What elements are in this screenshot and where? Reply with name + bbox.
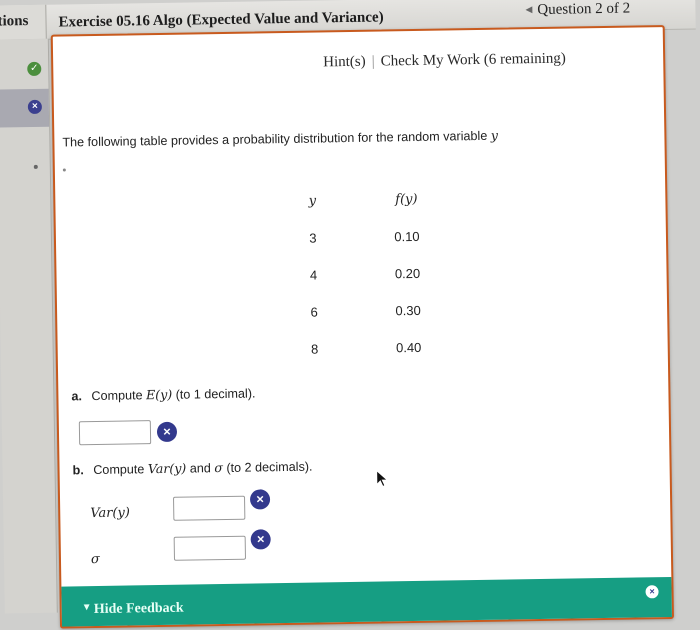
- prev-question-icon[interactable]: ◀: [525, 4, 532, 14]
- questions-tab-label: tions: [0, 13, 29, 30]
- incorrect-icon: ×: [27, 99, 42, 115]
- hints-link[interactable]: Hint(s): [323, 54, 366, 71]
- part-a-precision: (to 1 decimal).: [175, 386, 256, 402]
- toolbar-separator: |: [371, 53, 375, 70]
- random-variable: y: [490, 127, 499, 143]
- expected-value-input[interactable]: [78, 420, 152, 446]
- sidebar-item-question-2[interactable]: ×: [0, 88, 50, 128]
- question-sidebar: ✓ ×: [0, 38, 58, 614]
- variance-expr: Var(y): [147, 460, 187, 477]
- std-deviation-input[interactable]: [173, 535, 247, 561]
- sigma-label: σ: [90, 551, 100, 568]
- problem-intro-text: The following table provides a probabili…: [62, 128, 488, 150]
- questions-tab[interactable]: tions: [0, 4, 47, 40]
- table-cell-fy: 0.40: [395, 339, 422, 356]
- table-cell-y: 3: [309, 230, 317, 246]
- part-b-letter: b.: [72, 463, 84, 478]
- table-cell-fy: 0.10: [394, 228, 420, 245]
- column-header-y: y: [308, 193, 317, 209]
- part-a-letter: a.: [71, 389, 83, 404]
- part-b-and: and: [189, 461, 211, 476]
- table-header-row: y f(y): [265, 180, 454, 220]
- table-cell-fy: 0.30: [395, 302, 421, 319]
- table-cell-fy: 0.20: [394, 265, 421, 282]
- feedback-bar[interactable]: ▼ Hide Feedback ×: [61, 576, 672, 627]
- check-my-work-link[interactable]: Check My Work (6 remaining): [381, 51, 566, 70]
- column-header-fy: f(y): [395, 191, 418, 208]
- part-b-text: Compute: [93, 462, 145, 478]
- sidebar-dot: [33, 164, 38, 169]
- table-cell-y: 6: [310, 304, 318, 320]
- question-label: Question 2 of 2: [537, 0, 631, 19]
- close-icon[interactable]: ×: [645, 585, 659, 599]
- variance-label: Var(y): [90, 505, 131, 522]
- hint-bar: Hint(s) | Check My Work (6 remaining): [323, 51, 566, 72]
- hide-feedback-button[interactable]: Hide Feedback: [94, 601, 184, 618]
- part-b-precision: (to 2 decimals).: [226, 459, 313, 475]
- sidebar-item-question-1[interactable]: ✓: [0, 51, 49, 90]
- table-row: 4 0.20: [266, 254, 455, 294]
- incorrect-icon: ×: [156, 421, 178, 443]
- sigma-symbol: σ: [214, 460, 224, 476]
- part-a-prompt: a. Compute E(y) (to 1 decimal).: [71, 385, 255, 403]
- probability-table: y f(y) 3 0.10 4 0.20 6 0.30 8 0.40: [265, 180, 456, 368]
- question-panel: Hint(s) | Check My Work (6 remaining) The …: [50, 25, 674, 629]
- incorrect-icon: ×: [249, 489, 271, 510]
- table-row: 3 0.10: [266, 217, 455, 257]
- table-cell-y: 4: [309, 267, 318, 283]
- variance-input[interactable]: [173, 495, 246, 521]
- correct-icon: ✓: [27, 61, 42, 77]
- exercise-title: Exercise 05.16 Algo (Expected Value and …: [58, 9, 384, 31]
- screen: tions Exercise 05.16 Algo (Expected Valu…: [0, 0, 700, 629]
- bullet-dot: [62, 168, 66, 172]
- part-a-text: Compute: [91, 388, 143, 404]
- table-cell-y: 8: [310, 341, 319, 357]
- incorrect-icon: ×: [250, 529, 271, 550]
- table-row: 8 0.40: [267, 328, 456, 368]
- table-row: 6 0.30: [267, 291, 456, 331]
- part-b-prompt: b. Compute Var(y) and σ (to 2 decimals).: [72, 459, 312, 478]
- mouse-cursor-icon: [376, 469, 389, 488]
- question-nav[interactable]: ◀ Question 2 of 2: [525, 1, 630, 20]
- problem-intro: The following table provides a probabili…: [62, 128, 498, 150]
- expected-value-expr: E(y): [145, 386, 173, 403]
